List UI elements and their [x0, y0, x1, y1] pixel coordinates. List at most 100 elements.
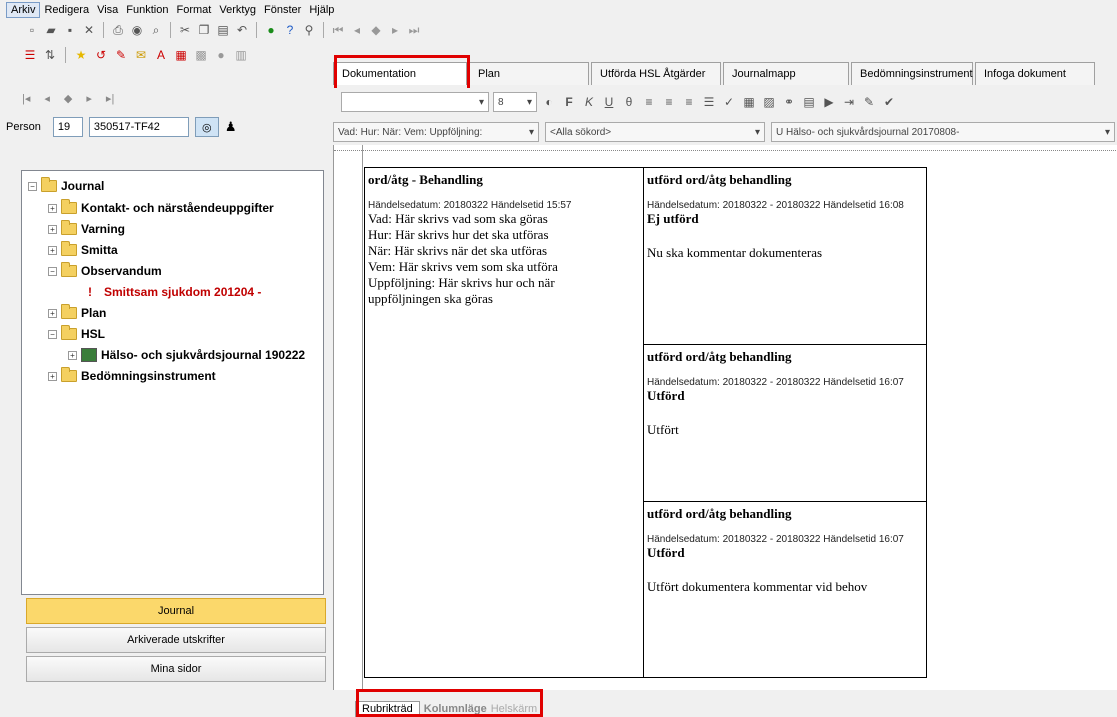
eye-icon[interactable]: ◎	[194, 117, 219, 137]
grid-icon[interactable]: ▩	[193, 47, 209, 63]
insert-icon[interactable]: ⇥	[841, 94, 857, 110]
print-preview-icon[interactable]: ◉	[129, 22, 145, 38]
tree-item-bedomningsinstrument[interactable]: + Bedömningsinstrument	[48, 367, 216, 383]
next-icon[interactable]: ▸	[86, 92, 92, 105]
menu-funktion[interactable]: Funktion	[122, 3, 172, 17]
first-record-icon[interactable]: ⏮	[330, 22, 346, 38]
nav-button-arkiverade-utskrifter[interactable]: Arkiverade utskrifter	[26, 627, 326, 653]
collapse-icon[interactable]: −	[28, 181, 37, 191]
cut-icon[interactable]: ✂	[177, 22, 193, 38]
next-record-icon[interactable]: ▸	[387, 22, 403, 38]
note-icon[interactable]: ✎	[113, 47, 129, 63]
link-icon[interactable]: ⚭	[781, 94, 797, 110]
current-icon[interactable]: ◆	[64, 92, 72, 105]
signature-icon[interactable]: A	[153, 47, 169, 63]
menu-hjalp[interactable]: Hjälp	[305, 3, 338, 17]
return-icon[interactable]: ↺	[93, 47, 109, 63]
person-number-field[interactable]: 19	[52, 117, 83, 137]
expand-icon[interactable]: +	[48, 245, 57, 255]
table-icon[interactable]: ▦	[741, 94, 757, 110]
new-document-icon[interactable]: ▫	[24, 22, 40, 38]
open-folder-icon[interactable]: ▰	[43, 22, 59, 38]
menu-redigera[interactable]: Redigera	[40, 3, 93, 17]
tab-infoga-dokument[interactable]: Infoga dokument	[975, 62, 1095, 85]
entry-card-r1[interactable]: utförd ord/åtg behandling Händelsedatum:…	[643, 167, 927, 345]
print-icon[interactable]: ⎙	[110, 22, 126, 38]
underline-icon[interactable]: U	[601, 94, 617, 110]
nav-button-journal[interactable]: Journal	[26, 598, 326, 624]
expand-icon[interactable]: +	[48, 203, 57, 213]
list-icon[interactable]: ☰	[22, 47, 38, 63]
tree-item-halso-sjukvardsjournal[interactable]: + Hälso- och sjukvårdsjournal 190222	[68, 348, 305, 362]
tree-item-kontakt[interactable]: + Kontakt- och närståendeuppgifter	[48, 199, 274, 215]
align-left-icon[interactable]: ≡	[641, 94, 657, 110]
nav-button-mina-sidor[interactable]: Mina sidor	[26, 656, 326, 682]
strikethrough-icon[interactable]: θ	[621, 94, 637, 110]
tree-item-smitta[interactable]: + Smitta	[48, 241, 118, 257]
tree-item-plan[interactable]: + Plan	[48, 304, 106, 320]
align-right-icon[interactable]: ≡	[681, 94, 697, 110]
spell-icon[interactable]: ✓	[721, 94, 737, 110]
find-icon[interactable]: ⌕	[148, 22, 164, 38]
sign-icon[interactable]: ✎	[861, 94, 877, 110]
sort-icon[interactable]: ⇅	[42, 47, 58, 63]
tab-bedomningsinstrument[interactable]: Bedömningsinstrument	[851, 62, 973, 85]
tree-item-varning[interactable]: + Varning	[48, 220, 125, 236]
expand-icon[interactable]: +	[68, 350, 77, 360]
undo-icon[interactable]: ↶	[234, 22, 250, 38]
color-icon[interactable]: ◐	[541, 94, 557, 110]
expand-icon[interactable]: +	[48, 371, 57, 381]
menu-visa[interactable]: Visa	[93, 3, 122, 17]
tab-journalmapp[interactable]: Journalmapp	[723, 62, 849, 85]
person-id-field[interactable]: 350517-TF42	[88, 117, 189, 137]
info-icon[interactable]: ●	[263, 22, 279, 38]
bold-icon[interactable]: F	[561, 94, 577, 110]
previous-record-icon[interactable]: ◂	[349, 22, 365, 38]
entry-card-r2[interactable]: utförd ord/åtg behandling Händelsedatum:…	[643, 344, 927, 502]
last-icon[interactable]: ▸|	[106, 92, 114, 105]
expand-icon[interactable]: +	[48, 224, 57, 234]
tab-plan[interactable]: Plan	[469, 62, 589, 85]
menu-verktyg[interactable]: Verktyg	[215, 3, 260, 17]
check-icon[interactable]: ✔	[881, 94, 897, 110]
first-icon[interactable]: |◂	[22, 92, 30, 105]
menu-fonster[interactable]: Fönster	[260, 3, 305, 17]
expand-icon[interactable]: +	[48, 308, 57, 318]
collapse-icon[interactable]: −	[48, 266, 57, 276]
image-icon[interactable]: ▨	[761, 94, 777, 110]
record-insert-icon[interactable]: ▤	[801, 94, 817, 110]
envelope-icon[interactable]: ✉	[133, 47, 149, 63]
record-icon[interactable]: ●	[213, 47, 229, 63]
tab-utforda-hsl-atgarder[interactable]: Utförda HSL Åtgärder	[591, 62, 721, 85]
person-icon[interactable]: ♟	[225, 119, 237, 135]
previous-icon[interactable]: ◂	[44, 92, 50, 105]
current-record-icon[interactable]: ◆	[368, 22, 384, 38]
journal-select[interactable]: U Hälso- och sjukvårdsjournal 20170808- ▾	[771, 122, 1115, 142]
search-keyword-select[interactable]: <Alla sökord> ▾	[545, 122, 765, 142]
tree-item-hsl[interactable]: − HSL	[48, 325, 105, 341]
collapse-icon[interactable]: −	[48, 329, 57, 339]
tree-root-journal[interactable]: − Journal	[28, 177, 104, 193]
calendar-icon[interactable]: ▦	[173, 47, 189, 63]
entry-card-r3[interactable]: utförd ord/åtg behandling Händelsedatum:…	[643, 501, 927, 678]
help-icon[interactable]: ?	[282, 22, 298, 38]
align-center-icon[interactable]: ≡	[661, 94, 677, 110]
tree-item-smittsam-sjukdom[interactable]: ! Smittsam sjukdom 201204 -	[88, 285, 261, 299]
bullet-list-icon[interactable]: ☰	[701, 94, 717, 110]
save-icon[interactable]: ▪	[62, 22, 78, 38]
delete-icon[interactable]: ✕	[81, 22, 97, 38]
play-icon[interactable]: ▶	[821, 94, 837, 110]
help-cursor-icon[interactable]: ⚲	[301, 22, 317, 38]
paste-icon[interactable]: ▤	[215, 22, 231, 38]
italic-icon[interactable]: K	[581, 94, 597, 110]
copy-icon[interactable]: ❐	[196, 22, 212, 38]
entry-card-main[interactable]: ord/åtg - Behandling Händelsedatum: 2018…	[364, 167, 644, 678]
menu-format[interactable]: Format	[173, 3, 216, 17]
font-name-select[interactable]: ▾	[341, 92, 489, 112]
keyword-filter-select[interactable]: Vad: Hur: När: Vem: Uppföljning: ▾	[333, 122, 539, 142]
menu-arkiv[interactable]: Arkiv	[6, 1, 41, 18]
star-icon[interactable]: ★	[73, 47, 89, 63]
font-size-select[interactable]: 8 ▾	[493, 92, 537, 112]
chart-icon[interactable]: ▥	[233, 47, 249, 63]
last-record-icon[interactable]: ⏭	[406, 22, 422, 38]
